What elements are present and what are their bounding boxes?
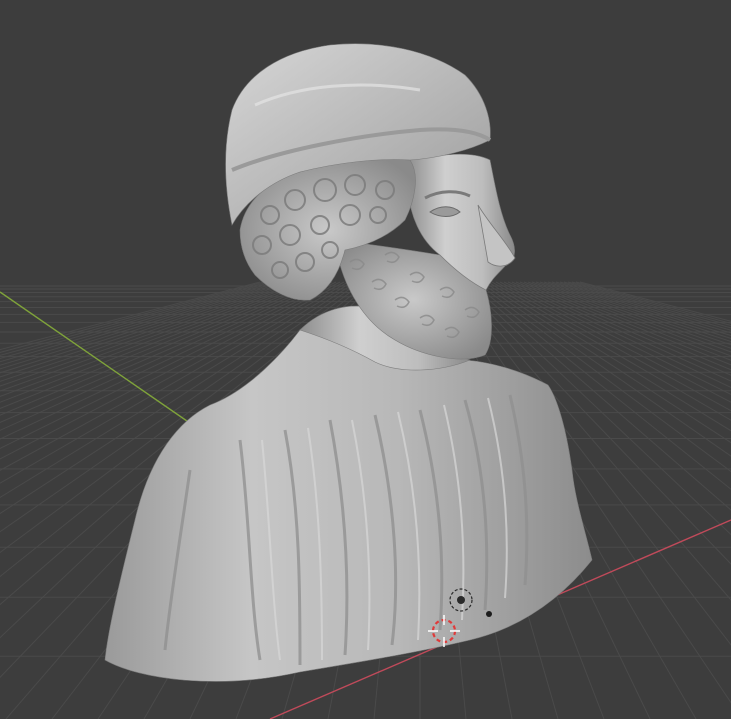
bust-robe[interactable] [104, 329, 593, 682]
bust-mesh[interactable] [104, 43, 593, 682]
grid-line [567, 281, 731, 329]
grid-line [555, 281, 731, 337]
viewport-canvas[interactable] [0, 0, 731, 719]
3d-viewport[interactable] [0, 0, 731, 719]
object-origin-icon[interactable] [486, 611, 492, 617]
